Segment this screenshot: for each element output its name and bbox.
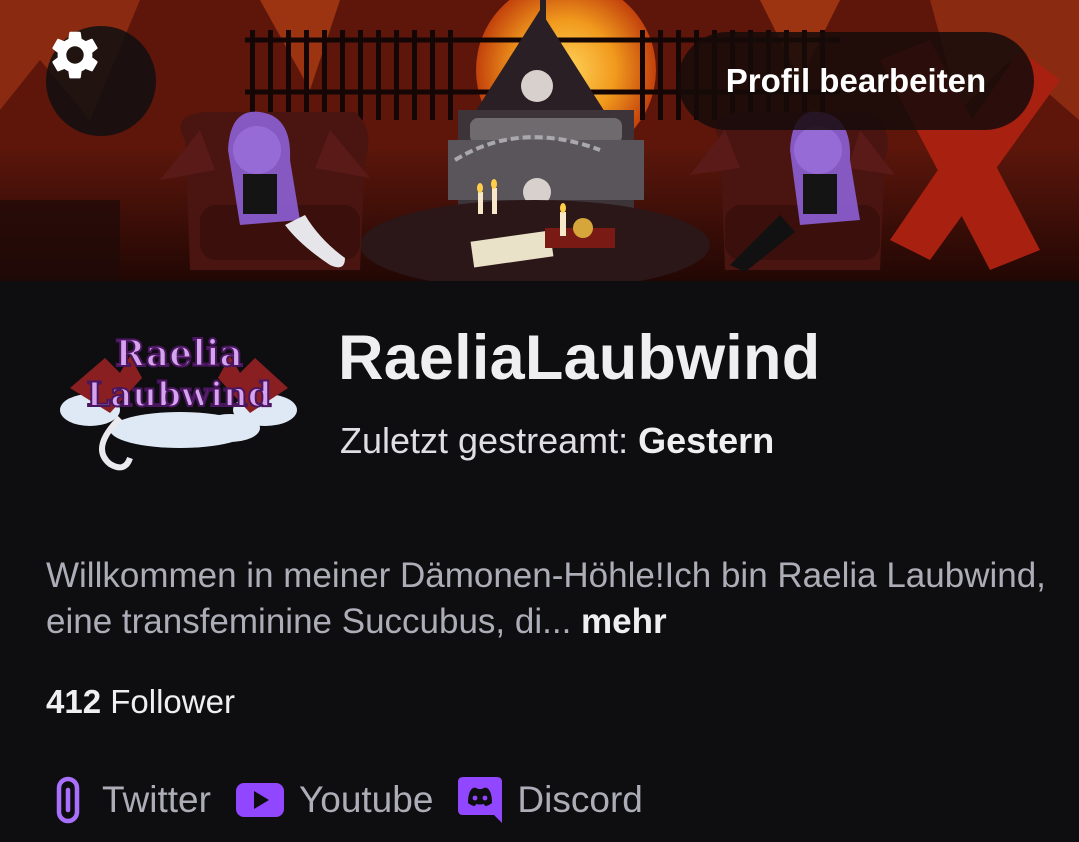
- last-streamed-value: Gestern: [638, 420, 775, 461]
- channel-logo: Raelia Laubwind: [60, 332, 297, 471]
- left-character: [160, 111, 370, 270]
- bio-more-link[interactable]: mehr: [581, 602, 667, 641]
- logo-line-1: Raelia: [115, 333, 243, 375]
- social-link-label: Twitter: [102, 779, 211, 820]
- youtube-icon: [235, 782, 285, 818]
- channel-bio: Willkommen in meiner Dämonen-Höhle!Ich b…: [46, 553, 1046, 645]
- follower-label: Follower: [110, 683, 235, 720]
- discord-icon: [457, 775, 503, 825]
- logo-line-2: Laubwind: [86, 375, 271, 415]
- last-streamed-label: Zuletzt gestreamt:: [340, 420, 629, 461]
- avatar: Raelia Laubwind: [50, 318, 308, 476]
- social-link-youtube[interactable]: Youtube: [235, 779, 433, 821]
- edit-profile-button[interactable]: Profil bearbeiten: [678, 32, 1034, 130]
- bio-text: Willkommen in meiner Dämonen-Höhle!Ich b…: [46, 556, 1046, 641]
- social-links: Twitter Youtube Discord: [48, 770, 667, 830]
- profile-banner: Profil bearbeiten: [0, 0, 1079, 281]
- settings-button[interactable]: [46, 26, 156, 136]
- social-link-label: Youtube: [298, 779, 434, 820]
- follower-number: 412: [46, 683, 102, 720]
- last-streamed-info: Zuletzt gestreamt: Gestern: [340, 420, 774, 462]
- social-link-twitter[interactable]: Twitter: [48, 776, 211, 824]
- link-icon: [48, 776, 88, 824]
- follower-count: 412 Follower: [46, 683, 235, 721]
- social-link-label: Discord: [517, 779, 643, 820]
- channel-name: RaeliaLaubwind: [338, 323, 821, 393]
- social-link-discord[interactable]: Discord: [457, 775, 643, 825]
- gear-icon: [52, 31, 98, 79]
